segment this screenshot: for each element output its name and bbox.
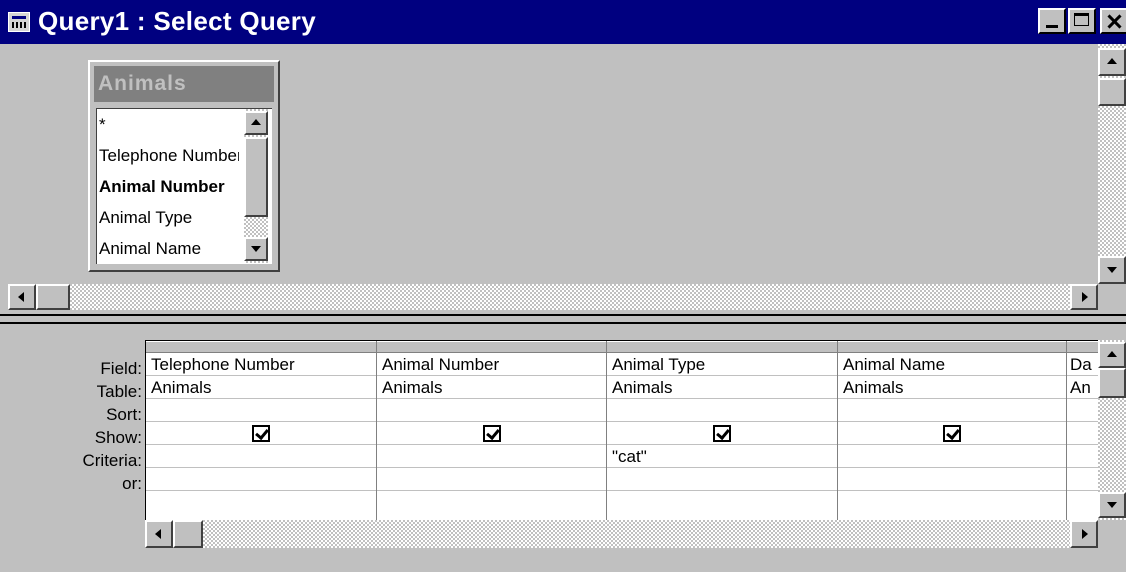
- title-bar[interactable]: Query1 : Select Query: [0, 0, 1126, 44]
- arrow-down-icon: [1107, 502, 1117, 508]
- criteria-cell[interactable]: [1067, 445, 1098, 468]
- or-cell[interactable]: [1067, 468, 1098, 491]
- scroll-up-button[interactable]: [1098, 48, 1126, 76]
- criteria-cell[interactable]: [377, 445, 606, 468]
- field-cell[interactable]: Animal Number: [377, 353, 606, 376]
- grid-horizontal-scrollbar[interactable]: [145, 520, 1098, 548]
- criteria-cell[interactable]: [838, 445, 1066, 468]
- table-cell[interactable]: Animals: [377, 376, 606, 399]
- show-checkbox[interactable]: [482, 425, 501, 442]
- show-cell[interactable]: [146, 422, 376, 445]
- column-selector[interactable]: [146, 341, 376, 353]
- column-selector[interactable]: [377, 341, 606, 353]
- field-cell[interactable]: Animal Type: [607, 353, 837, 376]
- row-label-sort: Sort:: [106, 405, 142, 424]
- sort-cell[interactable]: [838, 399, 1066, 422]
- criteria-cell[interactable]: [146, 445, 376, 468]
- show-checkbox[interactable]: [713, 425, 731, 442]
- or-cell[interactable]: [607, 468, 837, 491]
- grid-column[interactable]: Animal Name Animals: [838, 341, 1067, 523]
- sort-cell[interactable]: [146, 399, 376, 422]
- table-cell[interactable]: An: [1067, 376, 1098, 399]
- scroll-thumb[interactable]: [244, 137, 268, 217]
- arrow-down-icon: [251, 246, 261, 252]
- pane-splitter[interactable]: [0, 314, 1126, 324]
- table-cell[interactable]: Animals: [838, 376, 1066, 399]
- show-cell[interactable]: [1067, 422, 1098, 445]
- arrow-left-icon: [18, 292, 24, 302]
- table-pane-horizontal-scrollbar[interactable]: [8, 284, 1098, 310]
- field-list-title[interactable]: Animals: [94, 66, 274, 102]
- column-selector[interactable]: [1067, 341, 1098, 353]
- animals-field-list[interactable]: Animals * Telephone Number Animal Number…: [88, 60, 280, 272]
- show-cell[interactable]: [377, 422, 606, 445]
- column-selector[interactable]: [838, 341, 1066, 353]
- scroll-thumb[interactable]: [1098, 368, 1126, 398]
- or-cell[interactable]: [146, 468, 376, 491]
- table-pane-vertical-scrollbar[interactable]: [1098, 44, 1126, 284]
- query-design-grid[interactable]: Telephone Number Animals Animal Number A…: [145, 340, 1098, 524]
- show-checkbox[interactable]: [943, 425, 961, 442]
- field-list-item-animal-type[interactable]: Animal Type: [99, 202, 239, 233]
- field-list-item-telephone-number[interactable]: Telephone Number: [99, 140, 239, 171]
- show-cell[interactable]: [838, 422, 1066, 445]
- grid-column[interactable]: Da An: [1067, 341, 1098, 523]
- row-label-or: or:: [122, 474, 142, 493]
- scroll-thumb[interactable]: [36, 284, 70, 310]
- scroll-right-button[interactable]: [1070, 520, 1098, 548]
- scroll-left-button[interactable]: [145, 520, 173, 548]
- or-cell[interactable]: [838, 468, 1066, 491]
- row-label-field: Field:: [100, 359, 142, 378]
- row-label-show: Show:: [94, 428, 142, 447]
- arrow-up-icon: [1107, 58, 1117, 64]
- sort-cell[interactable]: [607, 399, 837, 422]
- query-icon[interactable]: [8, 12, 30, 32]
- grid-column[interactable]: Animal Type Animals "cat": [607, 341, 838, 523]
- field-list-scrollbar[interactable]: [244, 109, 268, 263]
- arrow-up-icon: [1107, 351, 1117, 357]
- arrow-up-icon: [251, 119, 261, 125]
- column-selector[interactable]: [607, 341, 837, 353]
- row-label-table: Table:: [96, 382, 142, 401]
- field-list-box[interactable]: * Telephone Number Animal Number Animal …: [96, 108, 272, 264]
- field-list-item-animal-number[interactable]: Animal Number: [99, 171, 239, 202]
- close-button[interactable]: [1100, 8, 1126, 34]
- scroll-right-button[interactable]: [1070, 284, 1098, 310]
- scroll-down-button[interactable]: [1098, 492, 1126, 518]
- maximize-button[interactable]: [1068, 8, 1096, 34]
- scroll-up-button[interactable]: [244, 111, 268, 135]
- grid-column[interactable]: Telephone Number Animals: [146, 341, 377, 523]
- grid-column[interactable]: Animal Number Animals: [377, 341, 607, 523]
- table-cell[interactable]: Animals: [607, 376, 837, 399]
- field-cell[interactable]: Animal Name: [838, 353, 1066, 376]
- field-cell[interactable]: Da: [1067, 353, 1098, 376]
- arrow-right-icon: [1082, 529, 1088, 539]
- arrow-down-icon: [1107, 267, 1117, 273]
- show-cell[interactable]: [607, 422, 837, 445]
- arrow-right-icon: [1082, 292, 1088, 302]
- field-list-item-animal-name[interactable]: Animal Name: [99, 233, 239, 264]
- sort-cell[interactable]: [1067, 399, 1098, 422]
- scroll-up-button[interactable]: [1098, 342, 1126, 368]
- grid-vertical-scrollbar[interactable]: [1098, 340, 1126, 524]
- show-checkbox[interactable]: [252, 425, 270, 442]
- criteria-cell[interactable]: "cat": [607, 445, 837, 468]
- sort-cell[interactable]: [377, 399, 606, 422]
- scroll-thumb[interactable]: [173, 520, 203, 548]
- field-list-item-all[interactable]: *: [99, 109, 239, 140]
- scroll-down-button[interactable]: [1098, 256, 1126, 284]
- scrollbar-corner: [1098, 520, 1126, 548]
- scroll-left-button[interactable]: [8, 284, 36, 310]
- or-cell[interactable]: [377, 468, 606, 491]
- scroll-down-button[interactable]: [244, 237, 268, 261]
- minimize-button[interactable]: [1038, 8, 1066, 34]
- window-title: Query1 : Select Query: [38, 6, 316, 36]
- table-cell[interactable]: Animals: [146, 376, 376, 399]
- row-label-criteria: Criteria:: [82, 451, 142, 470]
- arrow-left-icon: [155, 529, 161, 539]
- field-cell[interactable]: Telephone Number: [146, 353, 376, 376]
- scroll-thumb[interactable]: [1098, 78, 1126, 106]
